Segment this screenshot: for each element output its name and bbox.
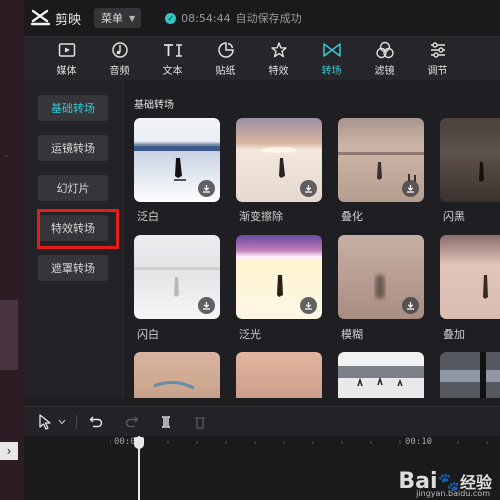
transition-tile-blur[interactable] [338,235,424,319]
thumbnail [236,352,322,398]
transition-icon [322,41,342,59]
timeline-area[interactable]: 00:00 00:10 Bai🐾经验 jingyan.baidu.com [24,436,500,500]
tab-label: 贴纸 [215,66,236,77]
tile-label: 渐变擦除 [239,210,283,223]
tile-label: 模糊 [341,328,363,341]
undo-icon[interactable] [85,407,107,437]
transition-tile-row3-3[interactable] [338,352,424,398]
transition-tile-row3-4[interactable] [440,352,500,398]
thumbnail [134,235,220,319]
sidebar-item-slideshow[interactable]: 幻灯片 [38,175,108,201]
menu-button[interactable]: 菜单 ▼ [94,8,142,28]
tile-label: 闪黑 [443,210,465,223]
time-ruler [110,440,488,444]
redo-icon [119,407,145,437]
thumbnail [236,235,322,319]
tab-text[interactable]: 文本 [146,37,199,81]
tile-label: 闪白 [137,328,159,341]
thumbnail [440,235,500,319]
delete-icon [187,407,213,437]
left-strip-band [0,300,18,370]
check-circle-icon: ✓ [165,12,177,24]
save-text: 自动保存成功 [235,12,302,25]
transition-tile-row3-2[interactable] [236,352,322,398]
tab-label: 媒体 [56,66,77,77]
effects-icon [270,41,288,59]
playhead-handle[interactable] [134,437,144,449]
transition-tile-gradient-wipe[interactable] [236,118,322,202]
download-icon[interactable] [198,180,215,197]
download-icon[interactable] [198,297,215,314]
audio-icon [111,41,129,59]
chevron-down-icon[interactable] [56,407,68,437]
tab-label: 特效 [268,66,289,77]
adjust-icon [429,41,447,59]
baidu-watermark: Bai🐾经验 jingyan.baidu.com [398,469,492,498]
save-status: ✓ 08:54:44 自动保存成功 [165,10,302,26]
section-title: 基础转场 [134,100,174,111]
select-cursor-icon[interactable] [34,407,56,437]
tab-sticker[interactable]: 贴纸 [199,37,252,81]
transition-tile-flash-black[interactable] [440,118,500,202]
thumbnail [338,352,424,398]
thumbnail [440,118,500,202]
title-bar: 剪映 菜单 ▼ ✓ 08:54:44 自动保存成功 [24,0,500,36]
download-icon[interactable] [300,180,317,197]
tab-label: 音频 [109,66,130,77]
transition-tile-flash-white[interactable] [134,235,220,319]
tab-label: 滤镜 [374,66,395,77]
transition-tile-overlay[interactable] [440,235,500,319]
tab-label: 文本 [162,66,183,77]
download-icon[interactable] [300,297,317,314]
transition-tile-dissolve[interactable] [338,118,424,202]
tile-label: 叠加 [443,328,465,341]
thumbnail [338,235,424,319]
sidebar-item-basic-transition[interactable]: 基础转场 [38,95,108,121]
tab-filter[interactable]: 滤镜 [358,37,411,81]
chevron-down-icon: ▼ [129,13,136,23]
timeline-toolbar [24,406,500,436]
tile-label: 泛白 [137,210,159,223]
thumbnail [236,118,322,202]
divider [76,414,77,429]
transition-tile-row3-1[interactable] [134,352,220,398]
download-icon[interactable] [402,180,419,197]
sticker-icon [217,41,235,59]
thumbnail [134,118,220,202]
expand-arrow-icon[interactable]: › [0,442,18,460]
app-name: 剪映 [55,12,82,28]
tab-label: 转场 [321,66,342,77]
red-highlight-box [37,209,119,249]
thumbnail [338,118,424,202]
save-time: 08:54:44 [181,11,231,25]
menu-label: 菜单 [101,12,124,25]
tab-media[interactable]: 媒体 [40,37,93,81]
main-toolbar: 媒体 音频 文本 贴纸 特效 转场 滤镜 调节 [24,36,500,80]
download-icon[interactable] [402,297,419,314]
tab-transition[interactable]: 转场 [305,37,358,81]
transition-tile-fade-white[interactable] [134,118,220,202]
media-icon [58,41,76,59]
ellipsis-icon: ·· [4,152,10,161]
tab-audio[interactable]: 音频 [93,37,146,81]
time-label-10s: 00:10 [405,437,433,447]
capcut-logo-icon [30,9,51,26]
thumbnail [440,352,500,398]
transition-tile-glow[interactable] [236,235,322,319]
watermark-url: jingyan.baidu.com [416,489,490,498]
sidebar-item-camera-transition[interactable]: 运镜转场 [38,135,108,161]
text-icon [162,41,184,59]
split-icon[interactable] [153,407,179,437]
tile-label: 泛光 [239,328,261,341]
filter-icon [375,41,395,59]
tile-label: 叠化 [341,210,363,223]
thumbnail [134,352,220,398]
transition-grid-panel: 基础转场 泛白 渐变擦除 叠化 闪黑 闪白 泛光 模糊 叠加 [124,80,500,398]
tab-label: 调节 [427,66,448,77]
left-window-strip: ·· [0,0,24,500]
sidebar-item-mask-transition[interactable]: 遮罩转场 [38,255,108,281]
tab-effects[interactable]: 特效 [252,37,305,81]
tab-adjust[interactable]: 调节 [411,37,464,81]
